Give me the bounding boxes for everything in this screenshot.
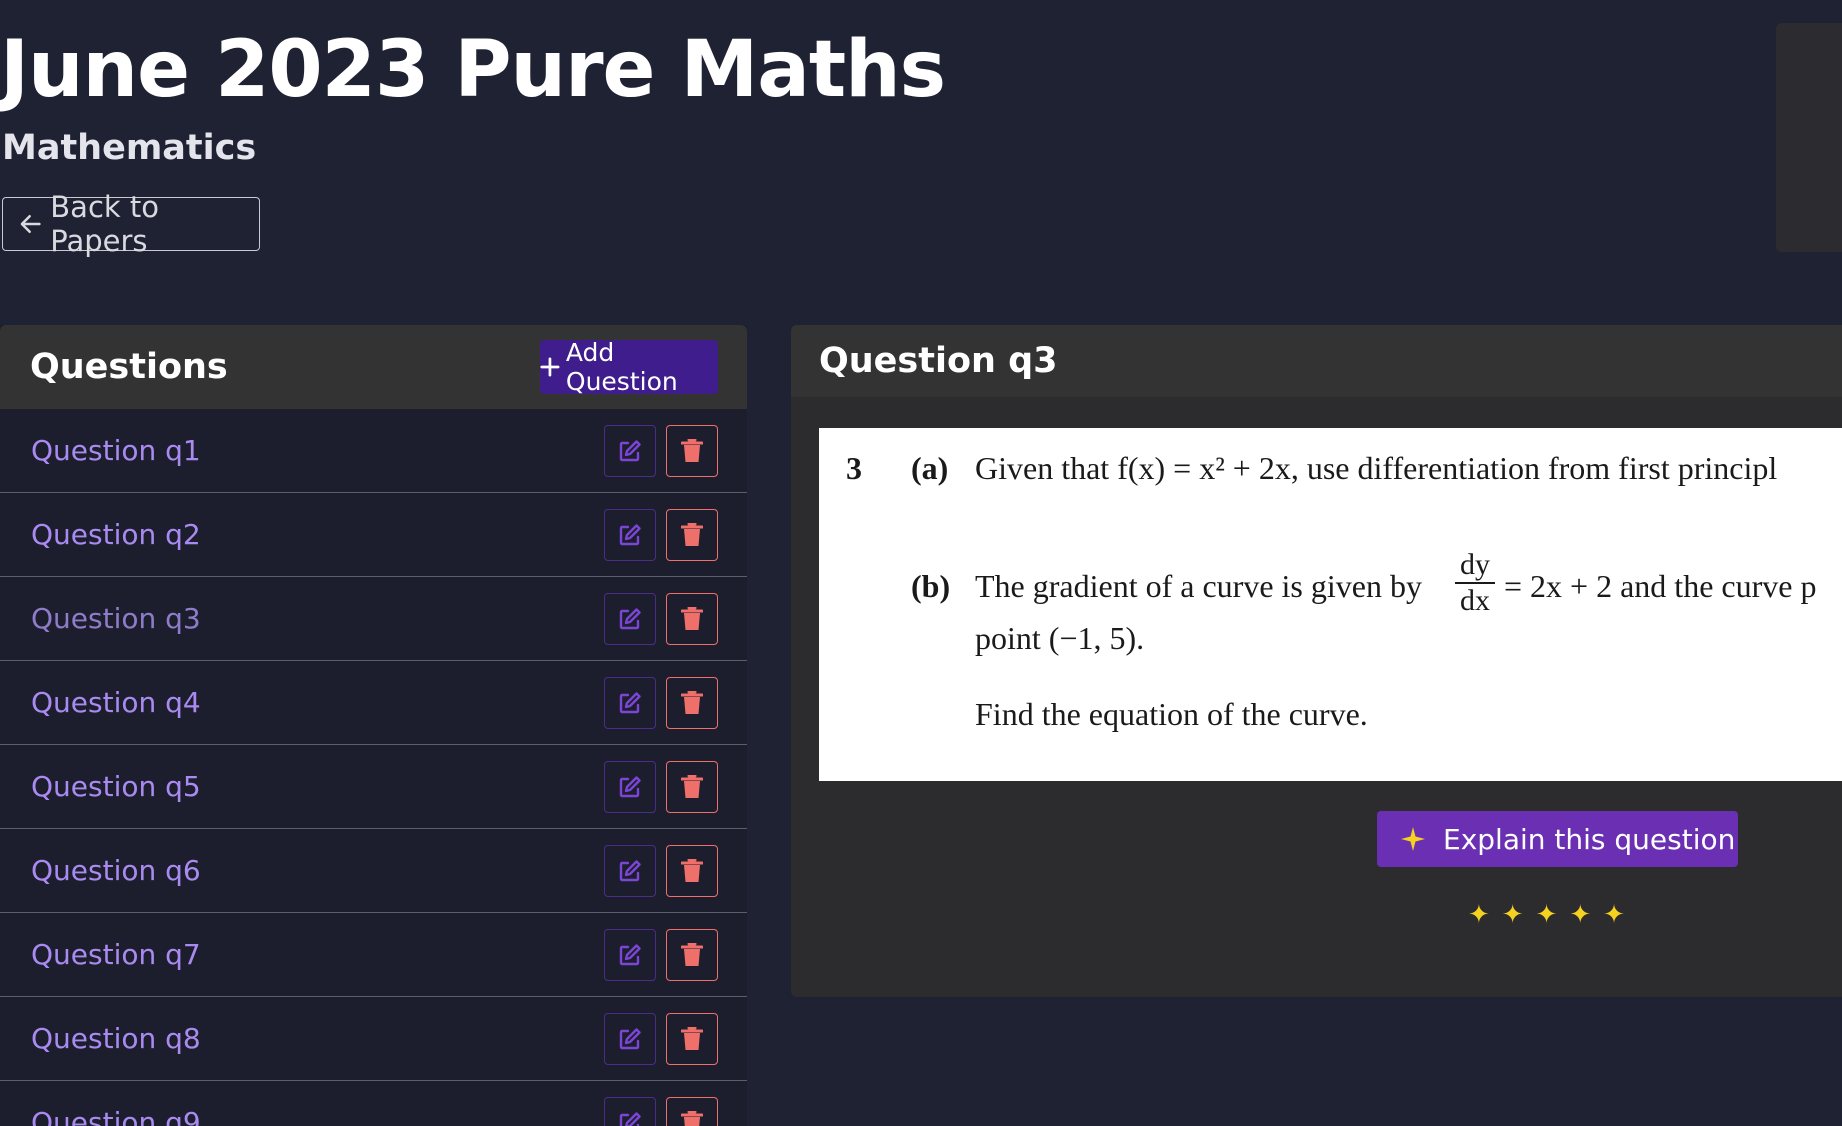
edit-icon <box>619 775 641 797</box>
delete-question-button[interactable] <box>666 424 718 477</box>
fraction-denominator: dx <box>1460 584 1490 617</box>
edit-question-button[interactable] <box>604 508 656 561</box>
question-row[interactable]: Question q4 <box>0 661 747 745</box>
sparkles-decoration: ✦✦✦✦✦ <box>1468 900 1637 930</box>
detail-title: Question q3 <box>819 341 1058 381</box>
question-actions <box>604 508 718 561</box>
edit-icon <box>619 439 641 461</box>
question-row[interactable]: Question q2 <box>0 493 747 577</box>
trash-icon <box>681 522 703 546</box>
question-link[interactable]: Question q4 <box>31 686 201 719</box>
dy-dx-fraction: dy dx <box>1455 550 1495 616</box>
question-list: Question q1 Question q2 Question q3 Ques… <box>0 409 747 1126</box>
question-number: 3 <box>846 450 862 486</box>
trash-icon <box>681 606 703 630</box>
delete-question-button[interactable] <box>666 1012 718 1065</box>
part-b-text-continued: = 2x + 2 and the curve p <box>1504 568 1817 604</box>
part-b-label: (b) <box>911 568 951 604</box>
delete-question-button[interactable] <box>666 592 718 645</box>
questions-title: Questions <box>30 347 228 387</box>
question-row[interactable]: Question q3 <box>0 577 747 661</box>
edit-icon <box>619 607 641 629</box>
edit-question-button[interactable] <box>604 1012 656 1065</box>
trash-icon <box>681 774 703 798</box>
question-link[interactable]: Question q5 <box>31 770 201 803</box>
question-content: 3 (a) Given that f(x) = x² + 2x, use dif… <box>819 428 1842 781</box>
question-link[interactable]: Question q6 <box>31 854 201 887</box>
question-row[interactable]: Question q8 <box>0 997 747 1081</box>
delete-question-button[interactable] <box>666 760 718 813</box>
edit-question-button[interactable] <box>604 1096 656 1126</box>
edit-question-button[interactable] <box>604 928 656 981</box>
delete-question-button[interactable] <box>666 928 718 981</box>
delete-question-button[interactable] <box>666 676 718 729</box>
edit-icon <box>619 691 641 713</box>
trash-icon <box>681 1110 703 1126</box>
edit-question-button[interactable] <box>604 592 656 645</box>
edit-icon <box>619 523 641 545</box>
explain-question-button[interactable]: Explain this question <box>1377 811 1738 867</box>
sparkle-icon <box>1401 827 1425 851</box>
trash-icon <box>681 1026 703 1050</box>
edit-question-button[interactable] <box>604 424 656 477</box>
edit-question-button[interactable] <box>604 844 656 897</box>
question-detail-panel: Question q3 3 (a) Given that f(x) = x² +… <box>791 325 1842 997</box>
trash-icon <box>681 942 703 966</box>
edit-question-button[interactable] <box>604 676 656 729</box>
add-question-label: Add Question <box>565 338 678 396</box>
add-question-button[interactable]: Add Question <box>540 338 718 396</box>
edit-icon <box>619 1027 641 1049</box>
edit-icon <box>619 1111 641 1126</box>
questions-panel: Questions Add Question Question q1 Quest… <box>0 325 747 1126</box>
question-actions <box>604 760 718 813</box>
question-actions <box>604 928 718 981</box>
trash-icon <box>681 858 703 882</box>
questions-header: Questions Add Question <box>0 325 747 409</box>
plus-icon <box>540 357 560 377</box>
part-b-line2: point (−1, 5). <box>975 620 1145 656</box>
question-actions <box>604 424 718 477</box>
edit-question-button[interactable] <box>604 760 656 813</box>
back-to-papers-button[interactable]: Back to Papers <box>2 190 260 258</box>
question-link[interactable]: Question q7 <box>31 938 201 971</box>
question-link[interactable]: Question q1 <box>31 434 201 467</box>
arrow-left-icon <box>20 214 41 234</box>
page-title: June 2023 Pure Maths <box>0 25 946 115</box>
delete-question-button[interactable] <box>666 1096 718 1126</box>
side-panel <box>1776 23 1842 252</box>
question-link[interactable]: Question q2 <box>31 518 201 551</box>
part-a-label: (a) <box>911 450 949 486</box>
part-b-text: The gradient of a curve is given by <box>975 568 1422 604</box>
question-actions <box>604 592 718 645</box>
question-row[interactable]: Question q5 <box>0 745 747 829</box>
part-b-line3: Find the equation of the curve. <box>975 696 1368 732</box>
trash-icon <box>681 438 703 462</box>
question-row[interactable]: Question q1 <box>0 409 747 493</box>
question-actions <box>604 1096 718 1126</box>
edit-icon <box>619 943 641 965</box>
explain-question-label: Explain this question <box>1443 822 1736 856</box>
question-actions <box>604 676 718 729</box>
question-row[interactable]: Question q9 <box>0 1081 747 1126</box>
edit-icon <box>619 859 641 881</box>
subject-label: Mathematics <box>2 128 257 168</box>
delete-question-button[interactable] <box>666 508 718 561</box>
question-row[interactable]: Question q7 <box>0 913 747 997</box>
detail-header: Question q3 <box>791 325 1842 397</box>
question-link[interactable]: Question q9 <box>31 1106 201 1126</box>
question-actions <box>604 844 718 897</box>
delete-question-button[interactable] <box>666 844 718 897</box>
question-row[interactable]: Question q6 <box>0 829 747 913</box>
question-actions <box>604 1012 718 1065</box>
question-link[interactable]: Question q8 <box>31 1022 201 1055</box>
question-link[interactable]: Question q3 <box>31 602 201 635</box>
fraction-numerator: dy <box>1460 548 1490 581</box>
trash-icon <box>681 690 703 714</box>
part-a-text: Given that f(x) = x² + 2x, use different… <box>975 450 1778 486</box>
back-to-papers-label: Back to Papers <box>50 190 160 258</box>
